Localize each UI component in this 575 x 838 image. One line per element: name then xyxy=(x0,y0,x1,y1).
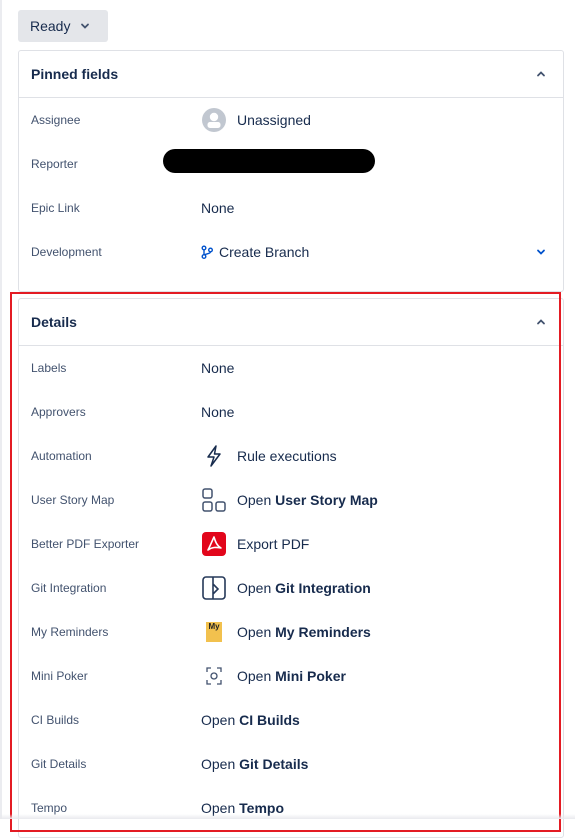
open-mini-poker-link[interactable]: Open Mini Poker xyxy=(201,654,346,698)
git-details-name: Git Details xyxy=(239,756,309,772)
pinned-fields-title: Pinned fields xyxy=(31,66,119,82)
epic-link-value[interactable]: None xyxy=(201,186,234,230)
export-pdf-link[interactable]: Export PDF xyxy=(201,522,309,566)
automation-label: Automation xyxy=(31,449,92,463)
tempo-label: Tempo xyxy=(31,801,68,815)
git-details-row: Git Details Open Git Details xyxy=(19,742,563,786)
development-row: Development Create Branch xyxy=(19,230,563,274)
my-reminders-row: My Reminders My Open My Reminders xyxy=(19,610,563,654)
chevron-up-icon[interactable] xyxy=(535,316,547,328)
chevron-up-icon[interactable] xyxy=(535,68,547,80)
open-prefix: Open xyxy=(237,624,272,640)
details-panel: Details Labels None Approvers None Autom… xyxy=(18,298,564,838)
labels-label: Labels xyxy=(31,361,67,375)
approvers-label: Approvers xyxy=(31,405,86,419)
ci-builds-name: CI Builds xyxy=(239,712,300,728)
mini-poker-row: Mini Poker Open Mini Poker xyxy=(19,654,563,698)
development-label: Development xyxy=(31,245,102,259)
status-dropdown-button[interactable]: Ready xyxy=(18,10,108,42)
pdf-exporter-row: Better PDF Exporter Export PDF xyxy=(19,522,563,566)
open-prefix: Open xyxy=(237,580,272,596)
reporter-row: Reporter xyxy=(19,142,563,186)
open-my-reminders-link[interactable]: My Open My Reminders xyxy=(201,610,371,654)
open-prefix: Open xyxy=(201,712,236,728)
rule-executions-text: Rule executions xyxy=(237,448,337,464)
open-prefix: Open xyxy=(237,668,272,684)
epic-link-row: Epic Link None xyxy=(19,186,563,230)
automation-row: Automation Rule executions xyxy=(19,434,563,478)
my-reminders-label: My Reminders xyxy=(31,625,109,639)
git-details-label: Git Details xyxy=(31,757,87,771)
open-git-integration-link[interactable]: Open Git Integration xyxy=(201,566,371,610)
rule-executions-link[interactable]: Rule executions xyxy=(201,434,337,478)
my-reminders-name: My Reminders xyxy=(275,624,371,640)
pinned-fields-panel: Pinned fields Assignee Unassigned Report… xyxy=(18,50,564,292)
git-integration-row: Git Integration Open Git Integration xyxy=(19,566,563,610)
open-prefix: Open xyxy=(237,492,272,508)
avatar-icon xyxy=(201,107,227,133)
open-ci-builds-link[interactable]: Open CI Builds xyxy=(201,698,300,742)
tempo-row: Tempo Open Tempo xyxy=(19,786,563,830)
labels-value[interactable]: None xyxy=(201,346,234,390)
export-pdf-text: Export PDF xyxy=(237,536,310,552)
ci-builds-row: CI Builds Open CI Builds xyxy=(19,698,563,742)
branch-icon xyxy=(201,245,213,259)
open-prefix: Open xyxy=(201,756,236,772)
lightning-icon xyxy=(201,443,227,469)
reporter-redacted-value xyxy=(163,149,375,173)
chevron-down-icon xyxy=(80,21,90,31)
chevron-down-icon[interactable] xyxy=(535,245,547,263)
left-divider xyxy=(0,0,2,819)
git-integration-name: Git Integration xyxy=(275,580,371,596)
reporter-label: Reporter xyxy=(31,157,78,171)
ci-builds-label: CI Builds xyxy=(31,713,80,727)
grid-icon xyxy=(201,487,227,513)
status-label: Ready xyxy=(30,18,71,34)
pinned-fields-header[interactable]: Pinned fields xyxy=(19,51,563,98)
scroll-fade xyxy=(0,814,575,819)
details-header[interactable]: Details xyxy=(19,299,563,346)
assignee-row: Assignee Unassigned xyxy=(19,98,563,142)
mini-poker-label: Mini Poker xyxy=(31,669,88,683)
open-tempo-link[interactable]: Open Tempo xyxy=(201,786,284,830)
assignee-label: Assignee xyxy=(31,113,81,127)
open-user-story-map-link[interactable]: Open User Story Map xyxy=(201,478,378,522)
user-story-map-label: User Story Map xyxy=(31,493,115,507)
assignee-value[interactable]: Unassigned xyxy=(201,98,311,142)
create-branch-text: Create Branch xyxy=(219,244,310,260)
reminders-icon: My xyxy=(201,619,227,645)
user-story-map-name: User Story Map xyxy=(275,492,378,508)
approvers-row: Approvers None xyxy=(19,390,563,434)
scan-icon xyxy=(201,663,227,689)
reminders-icon-badge: My xyxy=(206,622,222,642)
create-branch-link[interactable]: Create Branch xyxy=(201,230,309,274)
details-title: Details xyxy=(31,314,77,330)
assignee-text: Unassigned xyxy=(237,112,311,128)
mini-poker-name: Mini Poker xyxy=(275,668,346,684)
open-git-details-link[interactable]: Open Git Details xyxy=(201,742,308,786)
epic-link-label: Epic Link xyxy=(31,201,80,215)
pdf-icon xyxy=(201,531,227,557)
git-integration-icon xyxy=(201,575,227,601)
git-integration-label: Git Integration xyxy=(31,581,107,595)
labels-row: Labels None xyxy=(19,346,563,390)
approvers-value[interactable]: None xyxy=(201,390,234,434)
pdf-exporter-label: Better PDF Exporter xyxy=(31,537,140,551)
user-story-map-row: User Story Map Open User Story Map xyxy=(19,478,563,522)
